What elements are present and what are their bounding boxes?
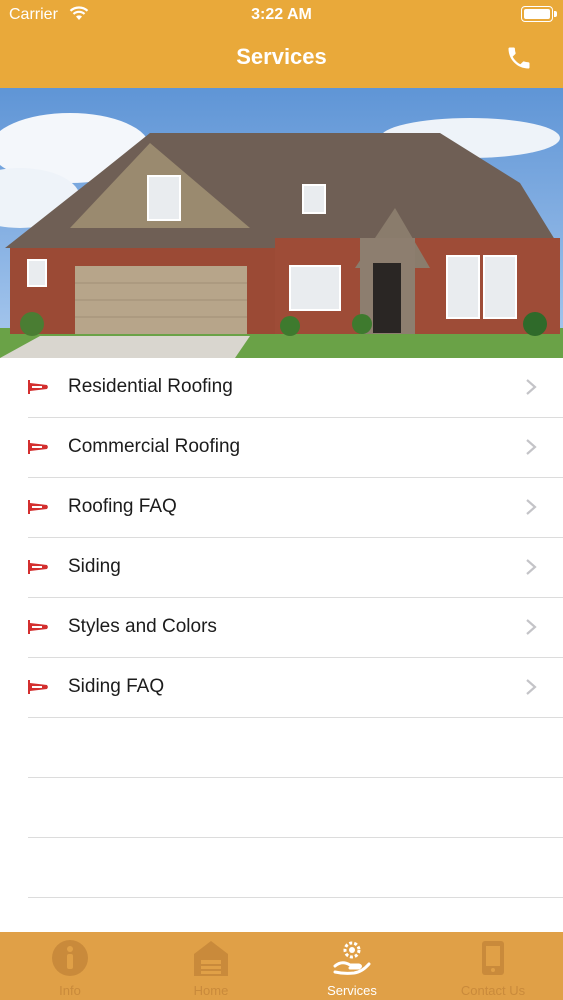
list-item-commercial-roofing[interactable]: Commercial Roofing (28, 418, 563, 478)
services-list: Residential Roofing Commercial Roofing R… (0, 358, 563, 898)
list-item-label: Commercial Roofing (68, 436, 241, 457)
chevron-right-icon (526, 619, 537, 635)
list-item-siding[interactable]: Siding (28, 538, 563, 598)
list-item-siding-faq[interactable]: Siding FAQ (28, 658, 563, 718)
tab-label: Services (327, 983, 377, 998)
pennant-icon (28, 620, 48, 634)
pennant-icon (28, 680, 48, 694)
pennant-icon (28, 560, 48, 574)
status-time: 3:22 AM (251, 6, 312, 23)
battery-icon (521, 6, 557, 22)
list-item-residential-roofing[interactable]: Residential Roofing (28, 358, 563, 418)
status-bar: Carrier 3:22 AM (0, 0, 563, 30)
tab-services[interactable]: Services (282, 932, 422, 1000)
tab-label: Home (193, 983, 229, 998)
list-item-roofing-faq[interactable]: Roofing FAQ (28, 478, 563, 538)
chevron-right-icon (526, 559, 537, 575)
empty-list-row (28, 718, 563, 778)
info-icon (52, 940, 88, 976)
tab-label: Contact Us (460, 983, 526, 998)
empty-list-row (28, 838, 563, 898)
navigation-header: Carrier 3:22 AM Services (0, 0, 563, 88)
pennant-icon (28, 440, 48, 454)
tab-contact-us[interactable]: Contact Us (423, 932, 563, 1000)
phone-icon[interactable] (505, 44, 533, 72)
list-item-styles-and-colors[interactable]: Styles and Colors (28, 598, 563, 658)
list-item-label: Roofing FAQ (68, 496, 177, 517)
chevron-right-icon (526, 379, 537, 395)
home-icon (194, 941, 228, 976)
empty-list-row (28, 778, 563, 838)
tab-bar: Info Home Services Contact Us (0, 932, 563, 1000)
chevron-right-icon (526, 499, 537, 515)
list-item-label: Styles and Colors (68, 616, 217, 637)
page-title: Services (236, 44, 327, 69)
pennant-icon (28, 500, 48, 514)
tab-home[interactable]: Home (141, 932, 281, 1000)
chevron-right-icon (526, 679, 537, 695)
contact-icon (482, 941, 504, 975)
list-item-label: Residential Roofing (68, 376, 233, 397)
chevron-right-icon (526, 439, 537, 455)
services-icon (333, 941, 371, 975)
list-item-label: Siding (68, 556, 121, 577)
tab-label: Info (59, 983, 81, 998)
list-item-label: Siding FAQ (68, 676, 165, 697)
hero-house-image (0, 88, 563, 358)
tab-info[interactable]: Info (0, 932, 140, 1000)
pennant-icon (28, 380, 48, 394)
